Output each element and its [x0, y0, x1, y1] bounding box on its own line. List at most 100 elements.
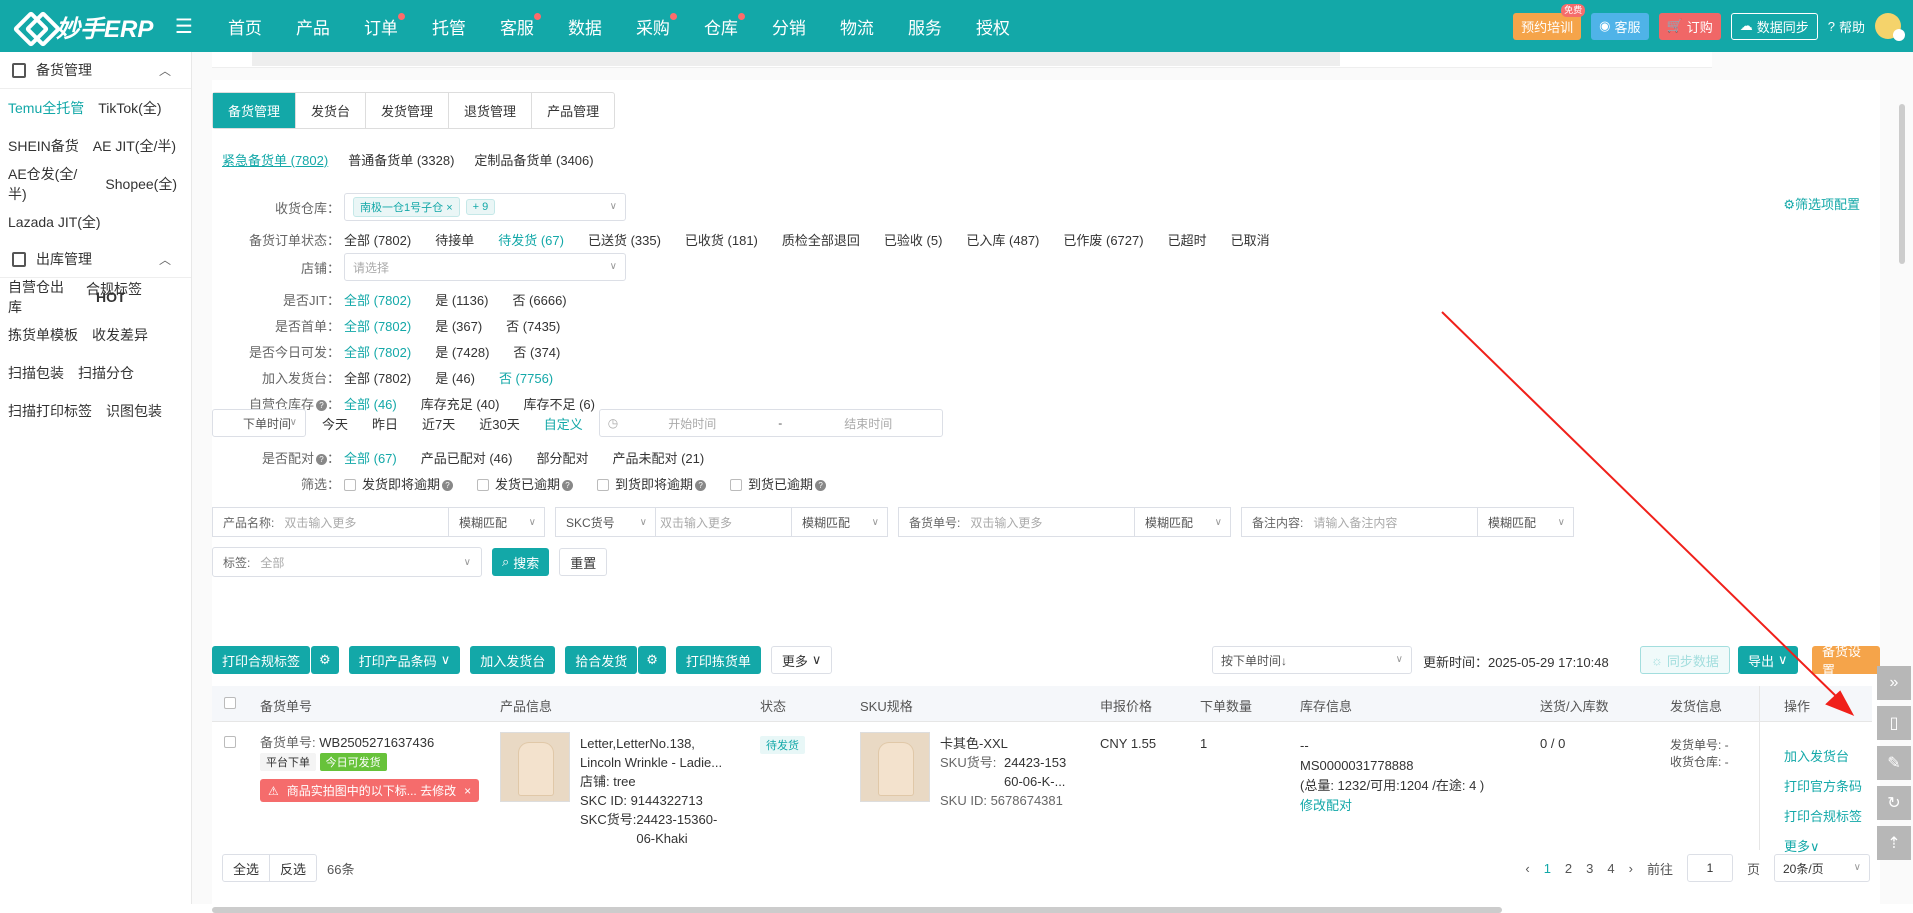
select-all-button[interactable]: 全选: [222, 854, 271, 882]
warehouse-select[interactable]: 南极一仓1号子仓 × + 9 ∨: [344, 193, 626, 221]
filter-option[interactable]: 待发货 (67): [498, 230, 564, 249]
end-time-input[interactable]: 结束时间: [844, 415, 892, 432]
invert-select-button[interactable]: 反选: [269, 854, 318, 882]
start-time-input[interactable]: 开始时间: [668, 415, 716, 432]
sku-image[interactable]: [860, 732, 930, 802]
prev-page-icon[interactable]: ‹: [1525, 861, 1529, 876]
date-range-picker[interactable]: ◷ 开始时间 - 结束时间: [598, 409, 943, 437]
sidebar-item[interactable]: Shopee(全): [105, 174, 177, 194]
filter-option[interactable]: 已取消: [1231, 230, 1270, 249]
filter-option[interactable]: 否 (374): [513, 342, 560, 361]
nav-item[interactable]: 产品: [279, 0, 347, 52]
chevron-up-icon[interactable]: ︿: [159, 251, 171, 268]
filter-option[interactable]: 全部 (67): [344, 448, 397, 467]
filter-option[interactable]: 否 (6666): [512, 290, 566, 309]
filter-option[interactable]: 质检全部退回: [782, 230, 860, 249]
nav-item[interactable]: 首页: [211, 0, 279, 52]
filter-option[interactable]: 部分配对: [536, 448, 588, 467]
sidebar-item[interactable]: 拣货单模板: [8, 325, 78, 345]
page-number[interactable]: 1: [1544, 861, 1551, 876]
training-button[interactable]: 预约培训 免费: [1513, 3, 1586, 40]
edit-match-link[interactable]: 修改配对: [1300, 796, 1484, 816]
filter-config-link[interactable]: ⚙筛选项配置: [1783, 194, 1860, 213]
op-link-1[interactable]: 打印官方条码: [1784, 772, 1862, 802]
filter-option[interactable]: 产品已配对 (46): [421, 448, 513, 467]
gear-icon[interactable]: ⚙: [311, 646, 339, 674]
nav-item[interactable]: 数据: [551, 0, 619, 52]
chevron-up-icon[interactable]: ︿: [159, 62, 171, 79]
product-name-input[interactable]: 双击输入更多: [280, 514, 448, 531]
nav-item[interactable]: 采购: [619, 0, 687, 52]
subtab-0[interactable]: 紧急备货单 (7802): [222, 150, 328, 169]
tab-0[interactable]: 备货管理: [213, 93, 297, 128]
op-link-0[interactable]: 加入发货台: [1784, 742, 1862, 772]
refresh-icon[interactable]: ↻: [1877, 786, 1911, 820]
product-name-line2[interactable]: Lincoln Wrinkle - Ladie...: [580, 753, 740, 772]
question-icon[interactable]: ?: [315, 453, 327, 465]
subscribe-button[interactable]: 🛒 订购: [1658, 12, 1721, 40]
page-number[interactable]: 2: [1565, 861, 1572, 876]
sidebar-item[interactable]: 扫描包装: [8, 363, 64, 383]
checkbox[interactable]: [597, 479, 610, 492]
sidebar-group-stock[interactable]: 备货管理 ︿: [0, 52, 191, 89]
filter-option[interactable]: 全部 (7802): [344, 316, 411, 335]
reset-button[interactable]: 重置: [559, 548, 608, 576]
skc-input[interactable]: 双击输入更多: [656, 514, 791, 531]
page-number[interactable]: 4: [1607, 861, 1614, 876]
filter-checkbox[interactable]: 发货已逾期?: [477, 474, 574, 493]
nav-item[interactable]: 物流: [823, 0, 891, 52]
checkbox[interactable]: [477, 479, 490, 492]
collapse-icon[interactable]: »: [1877, 666, 1911, 700]
checkbox[interactable]: [730, 479, 743, 492]
close-icon[interactable]: ×: [464, 784, 471, 798]
filter-option[interactable]: 全部 (7802): [344, 342, 411, 361]
question-icon[interactable]: ?: [562, 479, 574, 491]
filter-option[interactable]: 已入库 (487): [966, 230, 1039, 249]
filter-option[interactable]: 全部 (7802): [344, 290, 411, 309]
brand-logo[interactable]: 妙手ERP: [0, 9, 175, 44]
filter-option[interactable]: 否 (7435): [506, 316, 560, 335]
filter-option[interactable]: 已超时: [1168, 230, 1207, 249]
tab-4[interactable]: 产品管理: [532, 93, 614, 128]
tab-1[interactable]: 发货台: [296, 93, 367, 128]
order-no-input[interactable]: 双击输入更多: [966, 514, 1134, 531]
filter-option[interactable]: 今天: [322, 414, 348, 433]
filter-option[interactable]: 产品未配对 (21): [612, 448, 704, 467]
warehouse-more-tag[interactable]: + 9: [465, 199, 496, 215]
add-desk-button[interactable]: 加入发货台: [470, 646, 556, 674]
filter-checkbox[interactable]: 到货已逾期?: [730, 474, 827, 493]
filter-option[interactable]: 自定义: [544, 414, 583, 433]
nav-item[interactable]: 仓库: [687, 0, 755, 52]
edit-icon[interactable]: ✎: [1877, 746, 1911, 780]
page-number[interactable]: 3: [1586, 861, 1593, 876]
question-icon[interactable]: ?: [315, 399, 327, 411]
page-size-select[interactable]: 20条/页 ∨: [1774, 854, 1870, 882]
match-mode-select[interactable]: 模糊匹配 ∨: [1134, 508, 1230, 536]
sidebar-group-outbound[interactable]: 出库管理 ︿: [0, 241, 191, 278]
filter-option[interactable]: 待接单: [435, 230, 474, 249]
time-type-select[interactable]: 下单时间 ∨: [212, 409, 306, 437]
user-avatar[interactable]: [1875, 13, 1905, 41]
close-icon[interactable]: ×: [446, 202, 452, 214]
filter-option[interactable]: 是 (367): [435, 316, 482, 335]
nav-item[interactable]: 托管: [415, 0, 483, 52]
filter-option[interactable]: 近7天: [422, 414, 455, 433]
sidebar-item[interactable]: TikTok(全): [98, 98, 161, 118]
subtab-2[interactable]: 定制品备货单 (3406): [474, 150, 593, 169]
filter-checkbox[interactable]: 到货即将逾期?: [597, 474, 707, 493]
product-image[interactable]: [500, 732, 570, 802]
back-to-top-icon[interactable]: ⇡: [1877, 826, 1911, 860]
sidebar-item[interactable]: 识图包装: [106, 401, 162, 421]
question-icon[interactable]: ?: [442, 479, 454, 491]
print-label-button[interactable]: 打印合规标签: [212, 646, 311, 674]
nav-item[interactable]: 客服: [483, 0, 551, 52]
filter-option[interactable]: 已验收 (5): [884, 230, 943, 249]
gear-icon[interactable]: ⚙: [638, 646, 666, 674]
sidebar-item[interactable]: SHEIN备货: [8, 136, 79, 156]
menu-toggle-icon[interactable]: ☰: [175, 14, 193, 39]
vertical-scrollbar[interactable]: [1899, 104, 1905, 264]
sidebar-item[interactable]: 扫描打印标签: [8, 401, 92, 421]
checkbox[interactable]: [344, 479, 356, 492]
horizontal-scrollbar[interactable]: [212, 907, 1502, 913]
sidebar-item[interactable]: 收发差异: [92, 325, 148, 345]
